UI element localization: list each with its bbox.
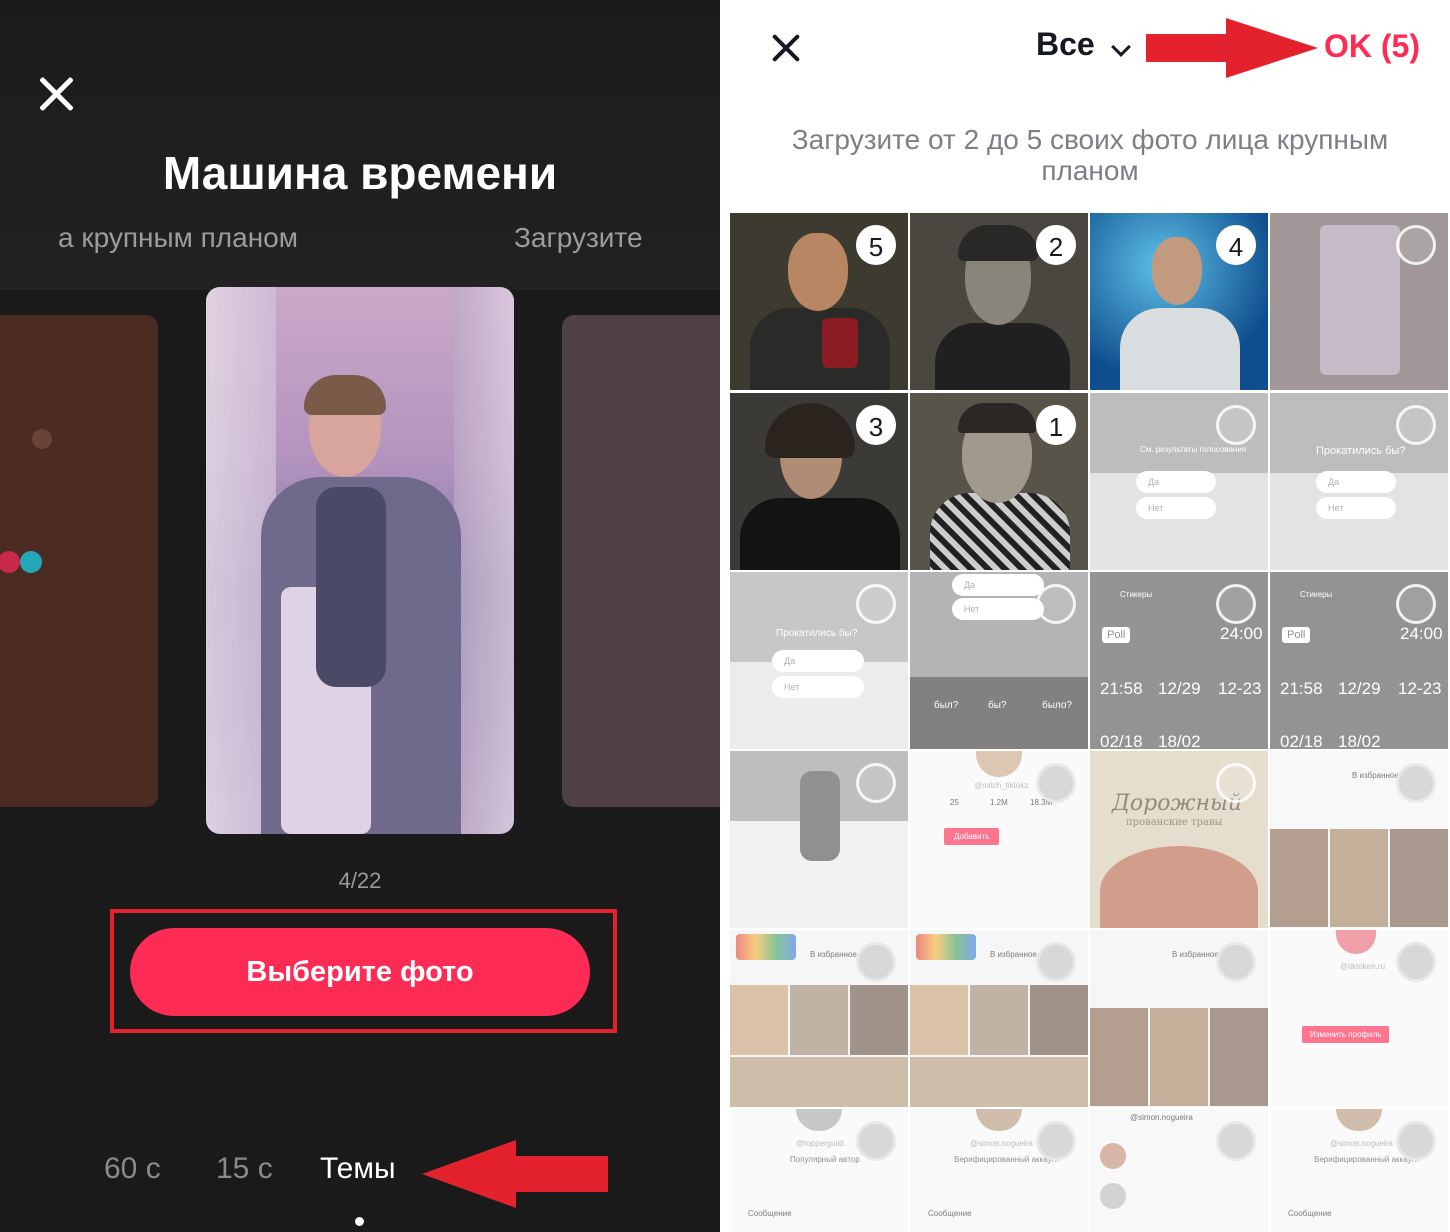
photo-thumb[interactable]: В избранное [910, 930, 1088, 1107]
close-icon[interactable] [770, 32, 802, 64]
model-hair [304, 375, 386, 415]
selection-circle [1216, 405, 1256, 445]
selection-badge: 4 [1216, 225, 1256, 265]
photo-thumb[interactable] [730, 751, 908, 928]
selection-circle [1396, 763, 1436, 803]
photo-thumb[interactable]: 5 [730, 213, 908, 390]
template-card-next[interactable] [562, 315, 720, 807]
photo-thumb[interactable]: Дорожный прованские травы [1090, 751, 1268, 928]
active-tab-indicator [355, 1217, 364, 1226]
selection-circle [1036, 584, 1076, 624]
selection-circle [856, 763, 896, 803]
selection-circle [1036, 763, 1076, 803]
dot-red [0, 551, 20, 573]
scarf [316, 487, 386, 687]
close-icon[interactable] [34, 72, 78, 116]
selection-circle [1396, 584, 1436, 624]
selection-circle [856, 1121, 896, 1161]
photo-thumb[interactable] [1270, 213, 1448, 390]
upload-hint: Загрузите от 2 до 5 своих фото лица круп… [791, 124, 1389, 186]
selection-circle [856, 942, 896, 982]
selection-circle [1216, 763, 1256, 803]
photo-thumb[interactable]: @simon.nogueira [1090, 1109, 1268, 1232]
selection-circle [1396, 942, 1436, 982]
arrow-annotation [422, 1140, 608, 1208]
selection-circle [856, 584, 896, 624]
photo-thumb[interactable]: В избранное [1270, 751, 1448, 928]
chevron-down-icon[interactable] [1111, 37, 1131, 57]
selection-badge: 5 [856, 225, 896, 265]
bokeh-dot [32, 429, 52, 449]
tab-themes[interactable]: Темы [320, 1152, 396, 1186]
tab-15s[interactable]: 15 с [216, 1152, 273, 1186]
photo-thumb[interactable]: 1 [910, 393, 1088, 570]
photo-thumb[interactable]: В избранное [730, 930, 908, 1107]
effect-title: Машина времени [162, 147, 558, 199]
photo-thumb[interactable]: 3 [730, 393, 908, 570]
photo-grid: 5 2 4 3 1 См. результаты голосования Да … [730, 213, 1450, 1232]
template-preview-screen: Машина времени а крупным планом Загрузит… [0, 0, 720, 1232]
subtitle-left: а крупным планом [58, 222, 298, 253]
selection-circle [1216, 1121, 1256, 1161]
template-card-current[interactable] [206, 287, 514, 834]
selection-circle [1396, 225, 1436, 265]
photo-thumb[interactable]: @topperguild Популярный автор Сообщение [730, 1109, 908, 1232]
subtitle-right: Загрузите [514, 222, 643, 253]
template-counter: 4/22 [338, 868, 382, 893]
photo-thumb[interactable]: Прокатились бы? Да Нет [1270, 393, 1448, 570]
photo-picker-screen: Все OK (5) Загрузите от 2 до 5 своих фот… [730, 0, 1450, 1232]
photo-thumb[interactable]: @simon.nogueira Верифицированный аккаунт… [1270, 1109, 1448, 1232]
tab-60s[interactable]: 60 с [104, 1152, 161, 1186]
selection-badge: 1 [1036, 405, 1076, 445]
selection-circle [1396, 1121, 1436, 1161]
selection-circle [1036, 942, 1076, 982]
arrow-annotation [1146, 18, 1318, 78]
photo-thumb[interactable]: Да Нет был? бы? было? [910, 572, 1088, 749]
photo-thumb[interactable]: 2 [910, 213, 1088, 390]
photo-thumb[interactable]: @mitch_tiktokz 25 1.2M 18.3M Добавить [910, 751, 1088, 928]
photo-thumb[interactable]: Стикеры Poll 24:00 21:58 12/29 12-23 02/… [1090, 572, 1268, 749]
ok-button[interactable]: OK (5) [1324, 28, 1420, 65]
photo-thumb[interactable]: @simon.nogueira Верифицированный аккаунт… [910, 1109, 1088, 1232]
photo-thumb[interactable]: См. результаты голосования Да Нет [1090, 393, 1268, 570]
choose-photo-button[interactable]: Выберите фото [130, 928, 590, 1016]
photo-thumb[interactable]: Прокатились бы? Да Нет [730, 572, 908, 749]
mode-tabs: 60 с 15 с Темы [0, 1152, 720, 1192]
photo-thumb[interactable]: Стикеры Poll 24:00 21:58 12/29 12-23 02/… [1270, 572, 1448, 749]
selection-badge: 3 [856, 405, 896, 445]
selection-circle [1396, 405, 1436, 445]
selection-badge: 2 [1036, 225, 1076, 265]
photo-thumb[interactable]: 4 [1090, 213, 1268, 390]
selection-circle [1216, 584, 1256, 624]
curtain-right [454, 287, 514, 834]
dot-cyan [20, 551, 42, 573]
divider [720, 0, 730, 1232]
photo-thumb[interactable]: В избранное [1090, 930, 1268, 1107]
photo-thumb[interactable]: @tiktoken.ru Изменить профиль [1270, 930, 1448, 1107]
selection-circle [1216, 942, 1256, 982]
template-card-prev[interactable] [0, 315, 158, 807]
selection-circle [1036, 1121, 1076, 1161]
album-selector[interactable]: Все [1036, 26, 1095, 63]
